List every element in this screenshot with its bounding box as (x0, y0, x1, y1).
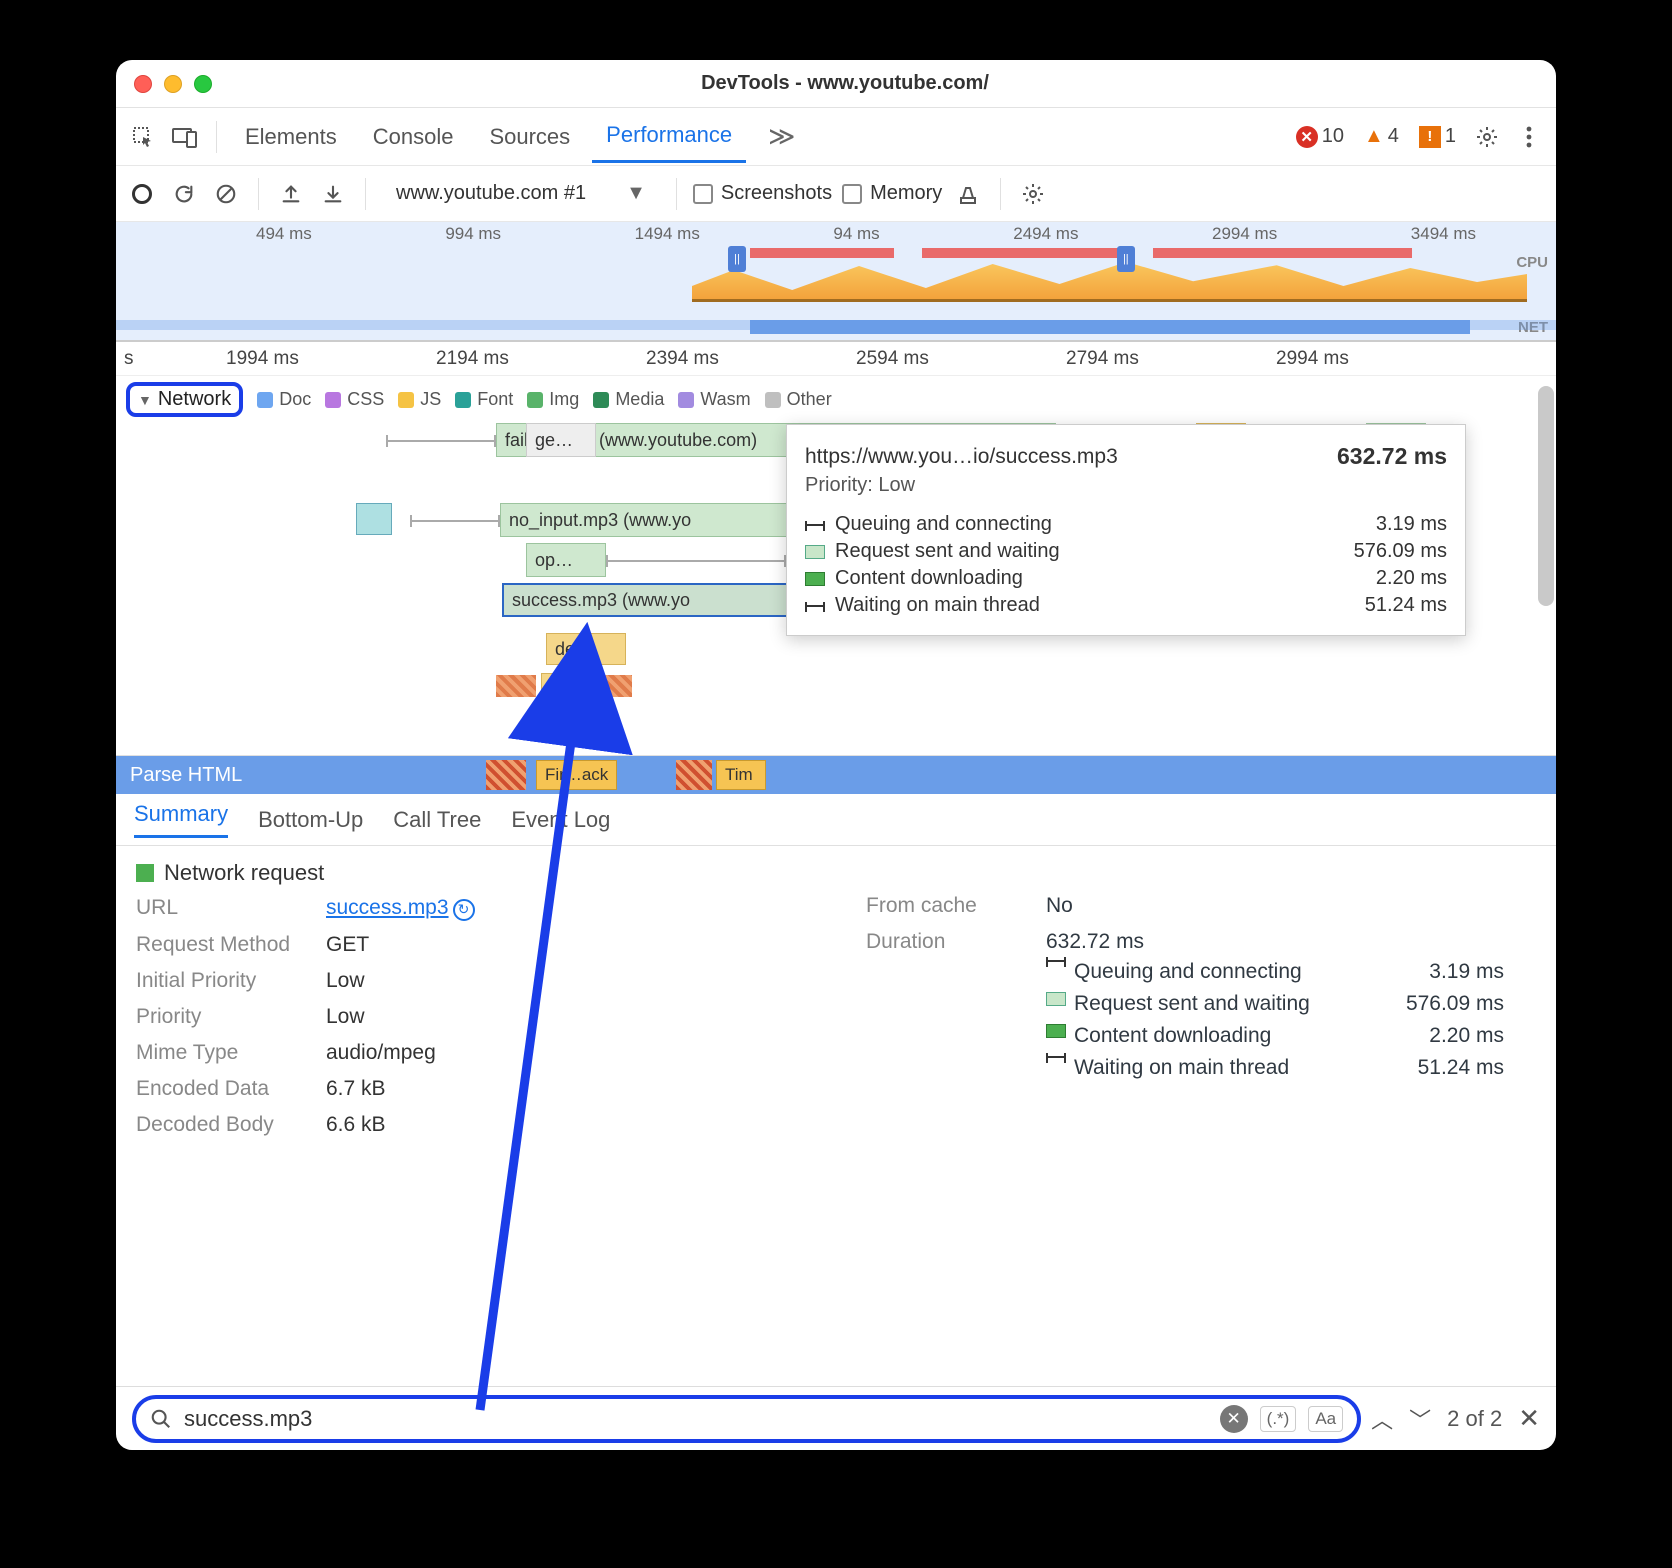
legend-media: Media (593, 389, 664, 410)
request-url-link[interactable]: success.mp3 (326, 896, 449, 919)
main-thread-row[interactable]: Parse HTML Fir…ack Tim (116, 756, 1556, 794)
request-bar-selected[interactable]: success.mp3 (www.yo (502, 583, 792, 617)
more-tabs-icon[interactable]: ≫ (754, 109, 809, 164)
match-count: 2 of 2 (1447, 1406, 1502, 1432)
request-bar[interactable] (541, 673, 591, 705)
reveal-icon[interactable]: ↻ (453, 899, 475, 921)
inspect-element-icon[interactable] (126, 120, 160, 154)
summary-pane: Network request URL success.mp3↻ Request… (116, 846, 1556, 1151)
warning-count[interactable]: ▲4 (1364, 125, 1399, 148)
details-tabs: Summary Bottom-Up Call Tree Event Log (116, 794, 1556, 846)
search-bar: ✕ (.*) Aa ︿ ﹀ 2 of 2 ✕ (116, 1386, 1556, 1450)
tab-bottom-up[interactable]: Bottom-Up (258, 807, 363, 833)
clear-icon[interactable] (210, 178, 242, 210)
request-bar[interactable]: no_input.mp3 (www.yo (500, 503, 790, 537)
search-icon (150, 1408, 172, 1430)
scrollbar[interactable] (1538, 386, 1554, 606)
record-icon[interactable] (126, 178, 158, 210)
regex-toggle[interactable]: (.*) (1260, 1406, 1297, 1432)
overview-timeline[interactable]: 494 ms994 ms1494 ms 94 ms2494 ms2994 ms3… (116, 222, 1556, 342)
screenshots-checkbox[interactable]: Screenshots (693, 182, 832, 205)
case-toggle[interactable]: Aa (1308, 1406, 1343, 1432)
request-bar[interactable]: desk (546, 633, 626, 665)
next-match-icon[interactable]: ﹀ (1409, 1403, 1431, 1435)
clear-search-icon[interactable]: ✕ (1220, 1405, 1248, 1433)
legend-wasm: Wasm (678, 389, 750, 410)
legend-img: Img (527, 389, 579, 410)
legend-other: Other (765, 389, 832, 410)
triangle-down-icon: ▼ (138, 392, 152, 408)
network-section-toggle[interactable]: ▼Network (126, 382, 243, 417)
duration-swatch-icon (1046, 992, 1066, 1006)
legend-doc: Doc (257, 389, 311, 410)
tab-performance[interactable]: Performance (592, 110, 746, 163)
category-swatch-icon (136, 864, 154, 882)
recording-select[interactable]: www.youtube.com #1▼ (382, 182, 660, 205)
tab-sources[interactable]: Sources (475, 112, 584, 162)
legend-css: CSS (325, 389, 384, 410)
request-bar[interactable]: ge… (526, 423, 596, 457)
request-bar[interactable]: op… (526, 543, 606, 577)
upload-icon[interactable] (275, 178, 307, 210)
devtools-window: DevTools - www.youtube.com/ Elements Con… (116, 60, 1556, 1450)
network-tooltip: https://www.you…io/success.mp3632.72 ms … (786, 424, 1466, 636)
tab-call-tree[interactable]: Call Tree (393, 807, 481, 833)
flame-chip[interactable]: Tim (716, 760, 766, 790)
overview-handle-left[interactable]: || (728, 246, 746, 272)
legend-js: JS (398, 389, 441, 410)
duration-swatch-icon (1046, 1024, 1066, 1038)
window-title: DevTools - www.youtube.com/ (212, 72, 1478, 95)
close-icon[interactable] (134, 75, 152, 93)
tab-console[interactable]: Console (359, 112, 468, 162)
issue-count[interactable]: !1 (1419, 125, 1456, 148)
prev-match-icon[interactable]: ︿ (1371, 1403, 1393, 1435)
titlebar: DevTools - www.youtube.com/ (116, 60, 1556, 108)
tab-event-log[interactable]: Event Log (511, 807, 610, 833)
request-bar[interactable] (356, 503, 392, 535)
overview-handle-right[interactable]: || (1117, 246, 1135, 272)
ruler: s 1994 ms 2194 ms 2394 ms 2594 ms 2794 m… (116, 342, 1556, 376)
summary-heading: Network request (136, 860, 806, 886)
kebab-menu-icon[interactable] (1512, 120, 1546, 154)
close-search-icon[interactable]: ✕ (1518, 1403, 1540, 1434)
memory-checkbox[interactable]: Memory (842, 182, 942, 205)
reload-icon[interactable] (168, 178, 200, 210)
settings-icon[interactable] (1470, 120, 1504, 154)
duration-swatch-icon (1046, 960, 1066, 962)
collect-garbage-icon[interactable] (952, 178, 984, 210)
panel-tabbar: Elements Console Sources Performance ≫ ✕… (116, 108, 1556, 166)
zoom-icon[interactable] (194, 75, 212, 93)
device-toggle-icon[interactable] (168, 120, 202, 154)
download-icon[interactable] (317, 178, 349, 210)
window-controls (134, 75, 212, 93)
tab-summary[interactable]: Summary (134, 801, 228, 838)
duration-swatch-icon (1046, 1056, 1066, 1058)
network-track: ▼Network Doc CSS JS Font Img Media Wasm … (116, 376, 1556, 756)
flame-chip[interactable]: Fir…ack (536, 760, 617, 790)
error-count[interactable]: ✕10 (1296, 125, 1344, 148)
legend-font: Font (455, 389, 513, 410)
overview-ticks: 494 ms994 ms1494 ms 94 ms2494 ms2994 ms3… (116, 224, 1556, 244)
tab-elements[interactable]: Elements (231, 112, 351, 162)
minimize-icon[interactable] (164, 75, 182, 93)
cpu-label: CPU (1516, 254, 1548, 271)
performance-toolbar: www.youtube.com #1▼ Screenshots Memory (116, 166, 1556, 222)
capture-settings-icon[interactable] (1017, 178, 1049, 210)
search-input[interactable] (184, 1406, 1208, 1432)
